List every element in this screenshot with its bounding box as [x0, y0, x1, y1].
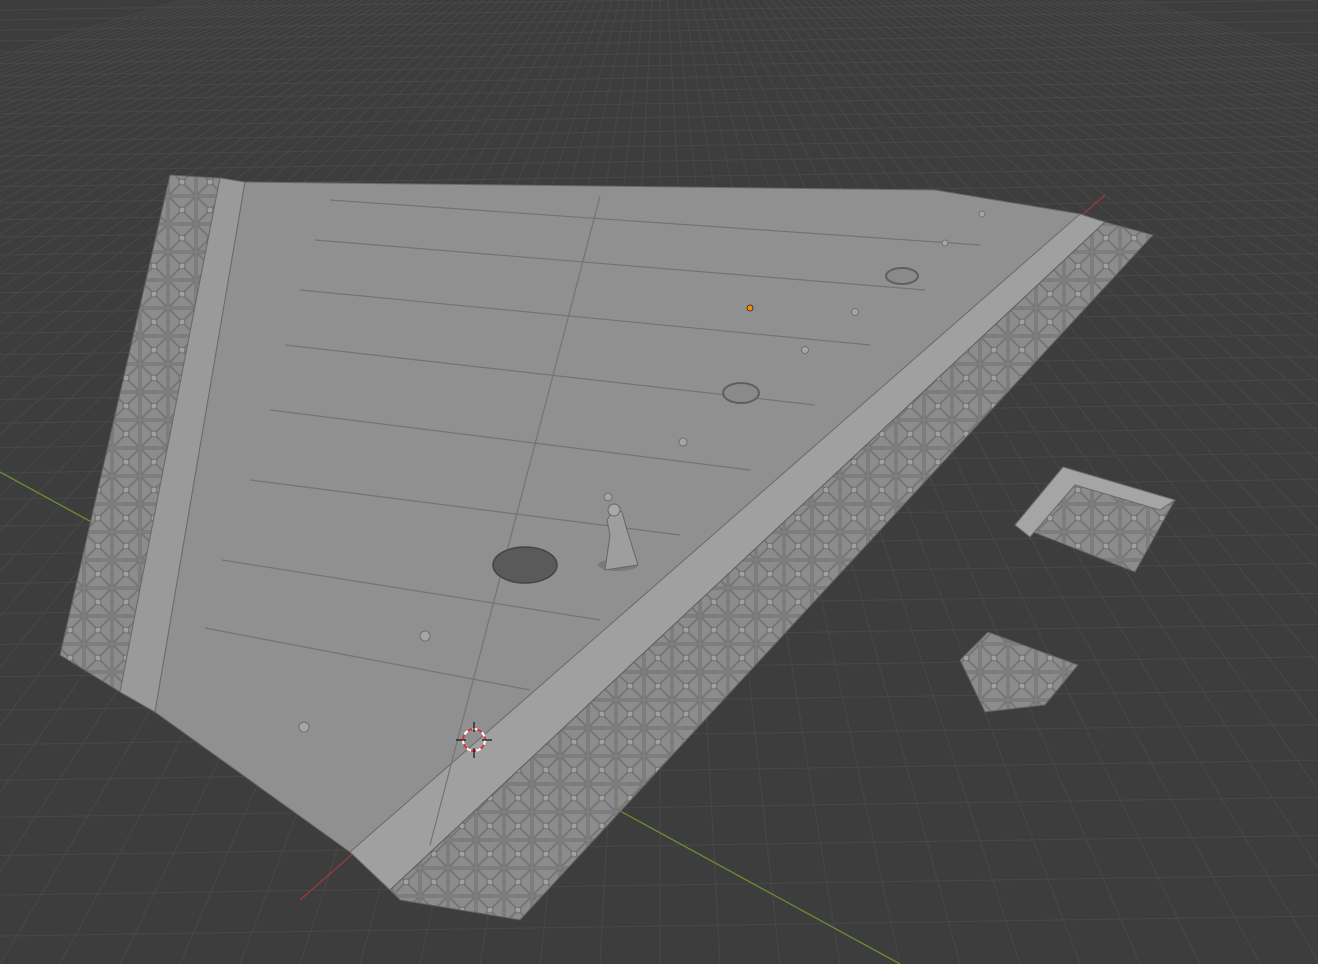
single-floor-tile[interactable] [959, 631, 1079, 713]
viewport-canvas[interactable] [0, 0, 1318, 964]
floor-hatch-2 [885, 267, 919, 285]
3d-viewport[interactable] [0, 0, 1318, 964]
floor-hatch-1 [722, 382, 760, 404]
grid-line [0, 874, 1318, 896]
corridor-floor-tiles[interactable] [59, 174, 1154, 921]
grid-line [0, 835, 1318, 857]
grid-line [0, 796, 1318, 818]
floor-hole [492, 546, 558, 584]
corner-gutter-tile[interactable] [1014, 466, 1177, 573]
grid-line [0, 67, 1318, 89]
grid-line [0, 915, 1318, 937]
object-origin-icon [746, 304, 754, 312]
grid-line [0, 20, 1318, 42]
